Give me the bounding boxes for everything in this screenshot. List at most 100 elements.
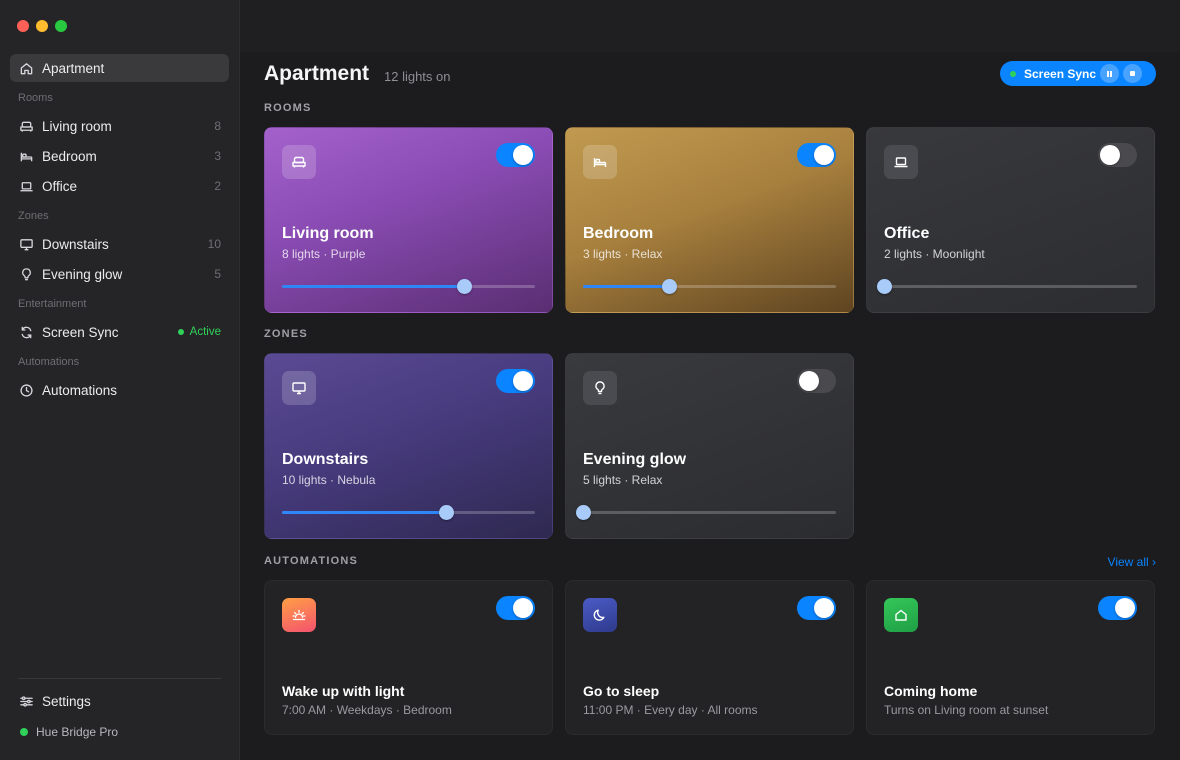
card-subtitle: 5 lights · Relax: [583, 473, 663, 487]
slider-knob[interactable]: [457, 279, 473, 294]
sidebar-item-label: Evening glow: [42, 266, 123, 282]
section-title-automations: AUTOMATIONS: [264, 555, 359, 567]
home-icon: [18, 60, 34, 76]
status-text: Active: [189, 326, 221, 338]
pause-sync-button[interactable]: [1100, 64, 1120, 83]
slider-fill: [583, 285, 670, 288]
page-title: Apartment: [264, 62, 370, 85]
screen-sync-pill[interactable]: Screen Sync: [1000, 61, 1156, 86]
automation-card-wake-up[interactable]: Wake up with light 7:00 AM · Weekdays · …: [264, 580, 553, 735]
power-toggle[interactable]: [797, 143, 836, 167]
room-card-living-room[interactable]: Living room 8 lights · Purple: [264, 127, 553, 313]
window-controls: [17, 20, 67, 32]
power-toggle[interactable]: [1098, 143, 1137, 167]
card-title: Downstairs: [282, 451, 369, 468]
light-count: 8: [214, 119, 221, 133]
zone-card-downstairs[interactable]: Downstairs 10 lights · Nebula: [264, 353, 553, 539]
sidebar-section-rooms: Rooms: [18, 92, 53, 104]
card-subtitle: 11:00 PM · Every day · All rooms: [583, 703, 758, 717]
stop-sync-button[interactable]: [1123, 64, 1143, 83]
sidebar-item-label: Downstairs: [42, 236, 109, 252]
sidebar-item-downstairs[interactable]: Downstairs 10: [10, 230, 229, 258]
active-dot-icon: [177, 329, 184, 335]
card-title: Evening glow: [583, 451, 687, 468]
card-subtitle: Turns on Living room at sunset: [884, 703, 1049, 717]
sidebar-item-evening-glow[interactable]: Evening glow 5: [10, 260, 229, 288]
bulb-icon: [18, 266, 34, 282]
automation-toggle[interactable]: [797, 596, 836, 620]
card-title: Wake up with light: [282, 683, 405, 699]
sidebar-item-label: Screen Sync: [42, 324, 119, 340]
sunrise-icon: [282, 598, 316, 632]
card-title: Coming home: [884, 683, 978, 699]
card-title: Office: [884, 225, 930, 242]
brightness-slider[interactable]: [583, 279, 836, 294]
status-badge: Active: [177, 326, 221, 338]
main-content: Apartment 12 lights on Screen Sync ROOMS…: [240, 0, 1180, 760]
section-title-rooms: ROOMS: [264, 102, 312, 114]
brightness-slider[interactable]: [282, 279, 535, 294]
slider-fill: [282, 285, 465, 288]
bed-icon: [583, 145, 617, 179]
slider-knob[interactable]: [576, 505, 591, 520]
sidebar-item-label: Settings: [42, 693, 91, 709]
zone-card-evening-glow[interactable]: Evening glow 5 lights · Relax: [565, 353, 854, 539]
sidebar-item-apartment[interactable]: Apartment: [10, 54, 229, 82]
room-card-bedroom[interactable]: Bedroom 3 lights · Relax: [565, 127, 854, 313]
brightness-slider[interactable]: [877, 279, 1137, 294]
sofa-icon: [282, 145, 316, 179]
minimize-window-button[interactable]: [36, 20, 48, 32]
slider-knob[interactable]: [439, 505, 455, 520]
card-subtitle: 10 lights · Nebula: [282, 473, 376, 487]
brightness-slider[interactable]: [282, 505, 535, 520]
card-title: Go to sleep: [583, 683, 660, 699]
sidebar-item-screen-sync[interactable]: Screen Sync Active: [10, 318, 229, 346]
connected-dot-icon: [20, 728, 28, 736]
pause-icon: [1107, 70, 1112, 77]
automation-toggle[interactable]: [496, 596, 535, 620]
maximize-window-button[interactable]: [55, 20, 67, 32]
sidebar-item-living-room[interactable]: Living room 8: [10, 112, 229, 140]
sync-active-dot-icon: [1010, 70, 1016, 77]
sync-icon: [18, 324, 34, 340]
view-all-link[interactable]: View all ›: [1108, 555, 1156, 569]
sidebar: Apartment Rooms Living room 8 Bedroom 3 …: [0, 0, 240, 760]
slider-fill: [282, 511, 447, 514]
monitor-icon: [282, 371, 316, 405]
sidebar-item-settings[interactable]: Settings: [10, 687, 229, 715]
sidebar-item-label: Living room: [42, 118, 112, 134]
sidebar-section-entertainment: Entertainment: [18, 298, 87, 310]
card-title: Living room: [282, 225, 374, 242]
sidebar-item-office[interactable]: Office 2: [10, 172, 229, 200]
sidebar-divider: [18, 678, 221, 679]
slider-knob[interactable]: [877, 279, 892, 294]
card-subtitle: 3 lights · Relax: [583, 247, 663, 261]
close-window-button[interactable]: [17, 20, 29, 32]
sidebar-item-automations[interactable]: Automations: [10, 376, 229, 404]
laptop-icon: [18, 178, 34, 194]
card-subtitle: 7:00 AM · Weekdays · Bedroom: [282, 703, 452, 717]
automation-card-coming-home[interactable]: Coming home Turns on Living room at suns…: [866, 580, 1155, 735]
power-toggle[interactable]: [496, 369, 535, 393]
room-card-office[interactable]: Office 2 lights · Moonlight: [866, 127, 1155, 313]
lights-on-count: 12 lights on: [384, 69, 451, 84]
app-window: Apartment Rooms Living room 8 Bedroom 3 …: [0, 0, 1180, 760]
sidebar-item-label: Bedroom: [42, 148, 97, 164]
power-toggle[interactable]: [496, 143, 535, 167]
bridge-name: Hue Bridge Pro: [36, 725, 119, 739]
brightness-slider[interactable]: [576, 505, 836, 520]
light-count: 10: [207, 237, 221, 251]
sidebar-item-bedroom[interactable]: Bedroom 3: [10, 142, 229, 170]
sidebar-section-zones: Zones: [18, 210, 49, 222]
light-count: 3: [214, 149, 221, 163]
power-toggle[interactable]: [797, 369, 836, 393]
sidebar-section-automations: Automations: [18, 356, 80, 368]
slider-knob[interactable]: [662, 279, 678, 294]
title-bar: [240, 0, 1180, 52]
laptop-icon: [884, 145, 918, 179]
automation-toggle[interactable]: [1098, 596, 1137, 620]
sidebar-item-label: Automations: [42, 382, 118, 398]
automation-card-go-to-sleep[interactable]: Go to sleep 11:00 PM · Every day · All r…: [565, 580, 854, 735]
stop-icon: [1130, 71, 1136, 76]
moon-icon: [583, 598, 617, 632]
